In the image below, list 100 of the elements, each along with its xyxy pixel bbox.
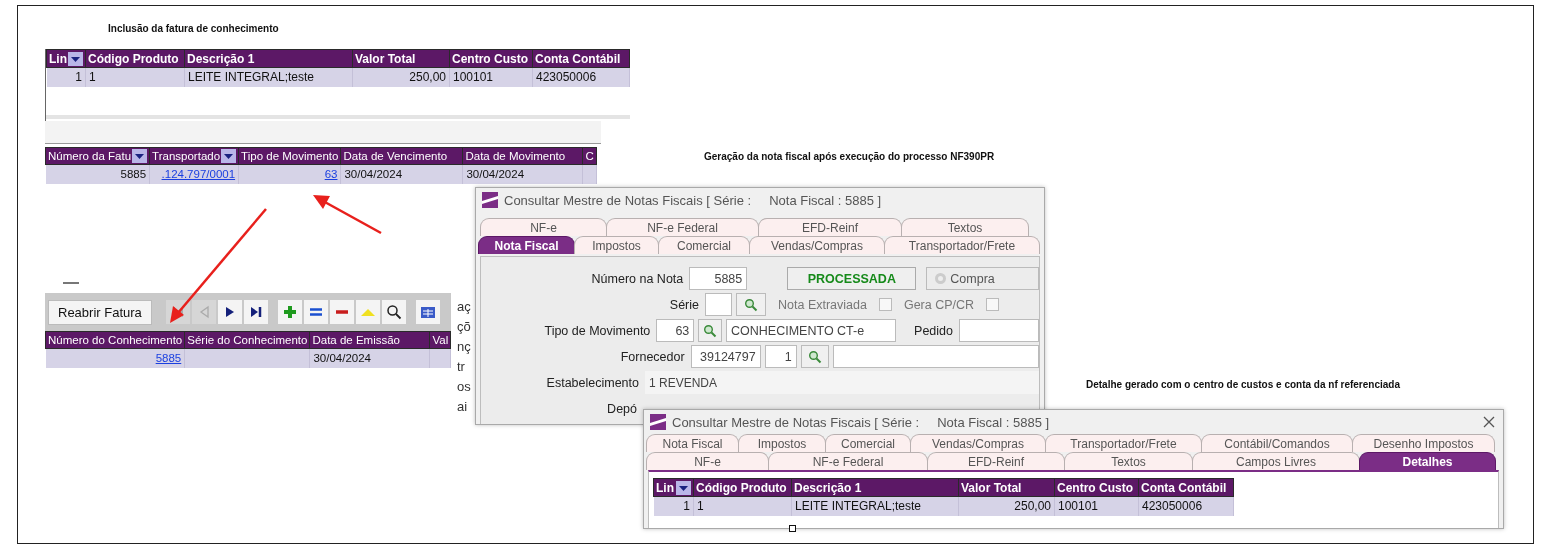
tab[interactable]: Impostos bbox=[738, 434, 826, 452]
arrow bbox=[313, 195, 382, 235]
search-button[interactable] bbox=[736, 293, 766, 316]
tab[interactable]: Textos bbox=[901, 218, 1029, 236]
field-label: Estabelecimento bbox=[545, 375, 640, 390]
link[interactable]: 63 bbox=[324, 168, 338, 181]
checkbox-label: Nota Extraviada bbox=[778, 297, 867, 312]
dropdown-icon[interactable] bbox=[676, 480, 691, 495]
text-fragment: çõ bbox=[457, 318, 471, 336]
handle-icon[interactable] bbox=[789, 525, 796, 532]
caption: Detalhe gerado com o centro de custos e conta da nf referenciada bbox=[1086, 379, 1400, 390]
checkbox-label: Gera CP/CR bbox=[903, 297, 975, 312]
input-field[interactable]: CONHECIMENTO CT-e bbox=[726, 319, 897, 342]
search-icon bbox=[744, 297, 758, 312]
table-icon bbox=[419, 304, 436, 320]
input-field[interactable] bbox=[959, 319, 1039, 342]
input-field[interactable] bbox=[832, 345, 1039, 368]
search-icon bbox=[703, 323, 718, 338]
tab[interactable]: Transportador/Frete bbox=[884, 236, 1040, 254]
tab[interactable]: NF-e bbox=[480, 218, 607, 236]
column-header: Centro Custo bbox=[1054, 478, 1139, 497]
tab[interactable]: EFD-Reinf bbox=[758, 218, 902, 236]
column-header: Código Produto bbox=[85, 49, 185, 68]
input-field[interactable] bbox=[705, 293, 732, 316]
search-icon bbox=[807, 349, 822, 364]
column-header: Lin bbox=[656, 480, 674, 495]
radio-label: Compra bbox=[950, 271, 995, 286]
dropdown-icon[interactable] bbox=[132, 149, 148, 163]
text-fragment: nç bbox=[457, 338, 471, 356]
tab[interactable]: Vendas/Compras bbox=[749, 236, 885, 254]
tab[interactable]: Transportador/Frete bbox=[1045, 434, 1202, 452]
column-header: Valor Total bbox=[352, 49, 450, 68]
column-header: Conta Contábil bbox=[1138, 478, 1234, 497]
read-only-field: 1 REVENDA bbox=[645, 371, 1039, 394]
toolbar-button[interactable] bbox=[303, 300, 328, 324]
column-header: Série do Conhecimento bbox=[184, 331, 310, 349]
column-header: Conta Contábil bbox=[532, 49, 630, 68]
radio-circle[interactable] bbox=[935, 273, 947, 284]
input-field[interactable]: 63 bbox=[656, 319, 695, 342]
field-label: Número na Nota bbox=[590, 271, 685, 286]
minimize-icon[interactable] bbox=[63, 281, 79, 285]
tab[interactable]: Campos Livres bbox=[1192, 452, 1360, 470]
toolbar-button[interactable] bbox=[217, 300, 242, 324]
input-field[interactable]: 1 bbox=[764, 345, 797, 368]
input-field[interactable]: 5885 bbox=[689, 267, 748, 290]
tab[interactable]: Desenho Impostos bbox=[1352, 434, 1495, 452]
column-header: Tipo de Movimento bbox=[238, 147, 341, 165]
text-fragment: tr bbox=[457, 358, 466, 376]
column-header: Data de Emissão bbox=[309, 331, 430, 349]
toolbar-button[interactable] bbox=[415, 300, 440, 324]
search-button[interactable] bbox=[800, 345, 829, 368]
column-header: Data de Movimento bbox=[462, 147, 583, 165]
close-icon[interactable] bbox=[1483, 416, 1495, 428]
toolbar-button[interactable] bbox=[243, 300, 268, 324]
tab[interactable]: Nota Fiscal bbox=[646, 434, 739, 452]
link[interactable]: .124.797/0001 bbox=[161, 168, 236, 181]
tab[interactable]: Contábil/Comandos bbox=[1201, 434, 1353, 452]
reopen-button[interactable]: Reabrir Fatura bbox=[48, 299, 152, 325]
app-icon bbox=[482, 192, 498, 208]
checkbox[interactable] bbox=[878, 298, 892, 311]
field-label: Série bbox=[668, 297, 700, 312]
radio-button[interactable]: Compra bbox=[926, 267, 1039, 290]
window-title: Consultar Mestre de Notas Fiscais [ Série : Nota Fiscal : 5885 ] bbox=[504, 192, 882, 208]
column-header: Descrição 1 bbox=[791, 478, 959, 497]
toolbar-button[interactable] bbox=[381, 300, 406, 324]
input-field[interactable]: 39124797 bbox=[690, 345, 761, 368]
search-icon bbox=[385, 304, 402, 320]
column-header: Centro Custo bbox=[449, 49, 533, 68]
dropdown-icon[interactable] bbox=[68, 51, 83, 66]
search-button[interactable] bbox=[698, 319, 723, 342]
column-header: Valor Total bbox=[958, 478, 1055, 497]
app-icon bbox=[650, 414, 666, 430]
caption: Geração da nota fiscal após execução do processo NF390PR bbox=[704, 151, 995, 162]
field-label: Pedido bbox=[914, 323, 954, 338]
caption: Inclusão da fatura de conhecimento bbox=[108, 23, 279, 34]
tab[interactable]: Textos bbox=[1064, 452, 1193, 470]
dropdown-icon[interactable] bbox=[221, 149, 237, 163]
tab[interactable]: Impostos bbox=[574, 236, 659, 254]
column-header: Val bbox=[429, 331, 451, 349]
toolbar-button[interactable] bbox=[329, 300, 354, 324]
tab[interactable]: EFD-Reinf bbox=[927, 452, 1065, 470]
tab[interactable]: Comercial bbox=[658, 236, 750, 254]
link[interactable]: 5885 bbox=[155, 352, 182, 365]
checkbox[interactable] bbox=[986, 298, 1000, 311]
field-label: Depó bbox=[606, 401, 638, 416]
tab[interactable]: Detalhes bbox=[1359, 452, 1496, 470]
window-title: Consultar Mestre de Notas Fiscais [ Série : Nota Fiscal : 5885 ] bbox=[672, 414, 1050, 430]
text-fragment: os bbox=[457, 378, 471, 396]
tab[interactable]: Vendas/Compras bbox=[910, 434, 1046, 452]
column-header: Data de Vencimento bbox=[340, 147, 463, 165]
column-header: Código Produto bbox=[693, 478, 792, 497]
tab[interactable]: NF-e Federal bbox=[606, 218, 759, 236]
text-fragment: ai bbox=[457, 398, 469, 416]
tab[interactable]: Comercial bbox=[825, 434, 911, 452]
tab[interactable]: Nota Fiscal bbox=[478, 236, 575, 254]
text-fragment: aç bbox=[457, 298, 471, 316]
tab[interactable]: NF-e bbox=[646, 452, 769, 470]
status-button[interactable]: PROCESSADA bbox=[787, 267, 917, 290]
tab[interactable]: NF-e Federal bbox=[768, 452, 928, 470]
field-label: Fornecedor bbox=[619, 349, 686, 364]
